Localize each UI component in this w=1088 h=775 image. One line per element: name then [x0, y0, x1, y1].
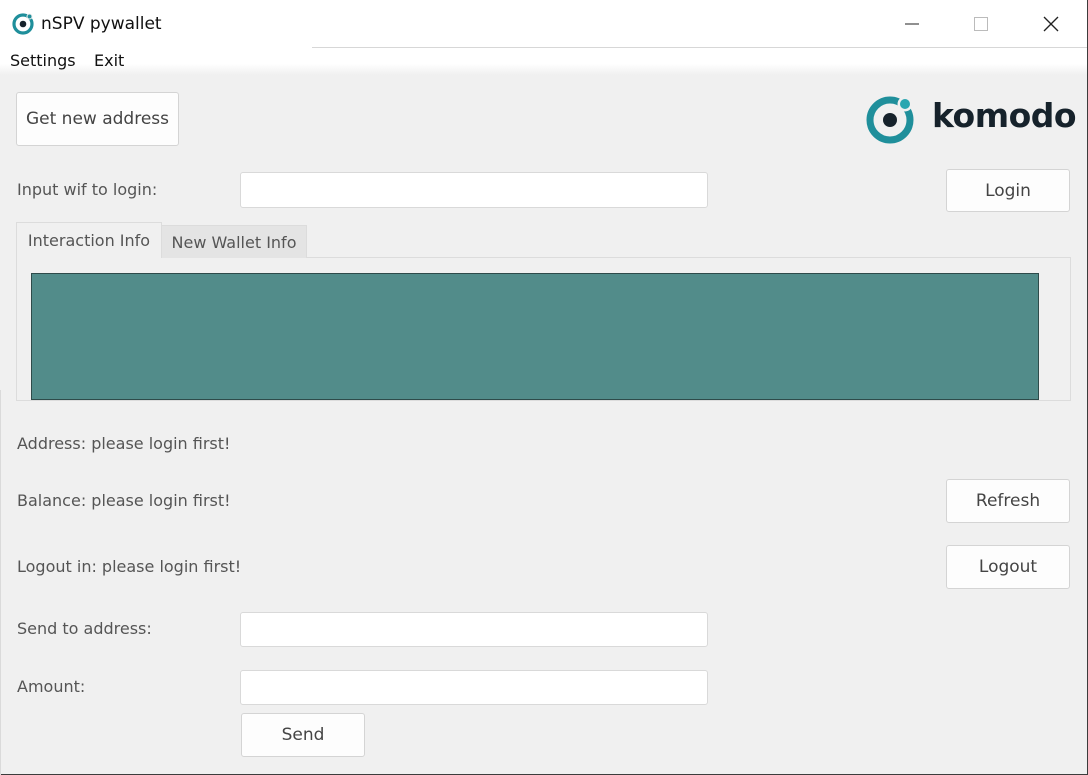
send-to-label: Send to address: [17, 619, 152, 638]
send-button[interactable]: Send [241, 713, 365, 757]
wif-input[interactable] [240, 172, 708, 208]
komodo-logo: komodo [864, 92, 1077, 148]
komodo-logo-text: komodo [932, 96, 1077, 135]
refresh-button[interactable]: Refresh [946, 479, 1070, 523]
tab-new-wallet-info[interactable]: New Wallet Info [161, 225, 307, 258]
app-window: nSPV pywallet Settings Exit Get new addr… [0, 0, 1088, 775]
login-button[interactable]: Login [946, 169, 1070, 212]
maximize-icon[interactable] [946, 0, 1016, 47]
logout-status: Logout in: please login first! [17, 557, 242, 576]
menu-bar: Settings Exit [0, 47, 1087, 75]
close-icon[interactable] [1016, 0, 1086, 47]
amount-input[interactable] [240, 670, 708, 705]
login-label: Input wif to login: [17, 180, 158, 199]
balance-status: Balance: please login first! [17, 491, 231, 510]
logout-button[interactable]: Logout [946, 545, 1070, 589]
tab-interaction-info[interactable]: Interaction Info [16, 222, 162, 258]
amount-label: Amount: [17, 677, 86, 696]
komodo-logo-icon [866, 96, 914, 144]
menubar-divider [312, 47, 1087, 48]
minimize-icon[interactable] [877, 0, 947, 47]
get-new-address-button[interactable]: Get new address [16, 92, 179, 146]
menu-settings[interactable]: Settings [10, 51, 76, 70]
interaction-info-area[interactable] [31, 273, 1039, 400]
title-bar[interactable]: nSPV pywallet [0, 0, 1087, 47]
window-left-border [0, 390, 1, 775]
window-title: nSPV pywallet [41, 14, 162, 34]
send-address-input[interactable] [240, 612, 708, 647]
menu-exit[interactable]: Exit [94, 51, 124, 70]
address-status: Address: please login first! [17, 434, 231, 453]
app-icon [12, 13, 34, 35]
